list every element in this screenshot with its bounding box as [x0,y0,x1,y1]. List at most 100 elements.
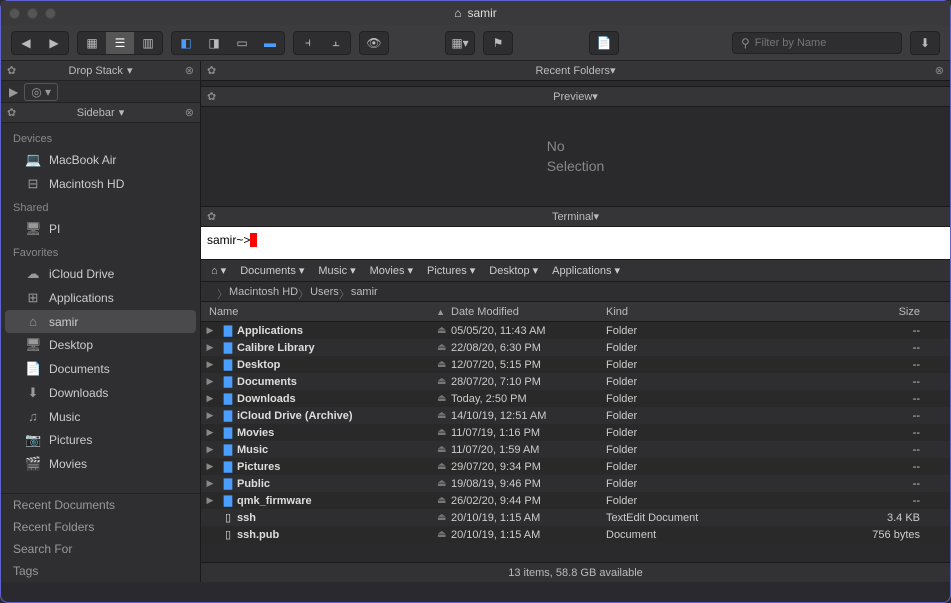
eject-icon[interactable]: ⏏ [437,461,451,472]
file-row[interactable]: ▶ ▇ Movies ⏏ 11/07/19, 1:16 PM Folder -- [201,424,950,441]
sidebar-header[interactable]: ✿ Sidebar ▾ ⊗ [1,103,200,123]
file-row[interactable]: ▶ ▇ Pictures ⏏ 29/07/20, 9:34 PM Folder … [201,458,950,475]
pathbar-item[interactable]: Desktop▾ [489,264,538,277]
gear-icon[interactable]: ✿ [7,64,16,77]
dropstack-header[interactable]: ✿ Drop Stack ▾ ⊗ [1,61,200,81]
eject-icon[interactable]: ⏏ [437,427,451,438]
list-view-button[interactable]: ☰ [106,32,134,54]
sidebar-item[interactable]: ⊟Macintosh HD [1,172,200,196]
search-field[interactable]: ⚲ [732,32,902,54]
pathbar-item[interactable]: Applications▾ [552,264,620,277]
disclosure-icon[interactable]: ▶ [201,478,219,489]
zoom-window-button[interactable] [45,8,56,19]
file-row[interactable]: ▶ ▇ Desktop ⏏ 12/07/20, 5:15 PM Folder -… [201,356,950,373]
pane-1-button[interactable]: ◧ [172,32,200,54]
minimize-window-button[interactable] [27,8,38,19]
disclosure-icon[interactable]: ▶ [201,342,219,353]
eject-icon[interactable]: ⏏ [437,495,451,506]
disclosure-icon[interactable]: ▶ [201,325,219,336]
new-doc-button[interactable]: 📄 [590,32,618,54]
back-button[interactable]: ◀ [12,32,40,54]
eject-icon[interactable]: ⏏ [437,529,451,540]
action-button[interactable]: ⚑ [484,32,512,54]
pane-4-button[interactable]: ▬ [256,32,284,54]
column-date[interactable]: Date Modified [451,306,606,318]
disclosure-icon[interactable]: ▶ [201,427,219,438]
sidebar-footer-item[interactable]: Search For [1,538,200,560]
arrange-button[interactable]: ▦▾ [446,32,474,54]
sidebar-item[interactable]: 💻MacBook Air [1,148,200,172]
dual-2-button[interactable]: ⫠ [322,32,350,54]
pane-2-button[interactable]: ◨ [200,32,228,54]
file-row[interactable]: ▶ ▇ Documents ⏏ 28/07/20, 7:10 PM Folder… [201,373,950,390]
gear-icon[interactable]: ✿ [207,90,216,103]
close-window-button[interactable] [9,8,20,19]
pathbar-item[interactable]: Pictures▾ [427,264,475,277]
sidebar-item[interactable]: ☁iCloud Drive [1,262,200,286]
eject-icon[interactable]: ⏏ [437,393,451,404]
close-icon[interactable]: ⊗ [935,64,944,77]
column-size[interactable]: Size [806,306,950,318]
disclosure-icon[interactable]: ▶ [201,444,219,455]
column-kind[interactable]: Kind [606,306,806,318]
sidebar-item[interactable]: 📄Documents [1,357,200,381]
file-row[interactable]: ▶ ▇ qmk_firmware ⏏ 26/02/20, 9:44 PM Fol… [201,492,950,509]
play-icon[interactable]: ▶ [9,85,18,99]
sidebar-item[interactable]: 🖥PI [1,217,200,241]
gear-icon[interactable]: ✿ [7,106,16,119]
file-row[interactable]: ▯ ssh.pub ⏏ 20/10/19, 1:15 AM Document 7… [201,526,950,543]
disclosure-icon[interactable]: ▶ [201,393,219,404]
breadcrumb-segment[interactable]: samir [345,286,384,298]
disclosure-icon[interactable]: ▶ [201,495,219,506]
disclosure-icon[interactable]: ▶ [201,376,219,387]
column-name[interactable]: Name▲ [201,306,451,318]
sidebar-item[interactable]: ⊞Applications [1,286,200,310]
sidebar-item[interactable]: ⌂samir [5,310,196,333]
download-button[interactable]: ⬇ [911,32,939,54]
sidebar-item[interactable]: 🖥Desktop [1,333,200,357]
eject-icon[interactable]: ⏏ [437,512,451,523]
close-icon[interactable]: ⊗ [185,106,194,119]
search-input[interactable] [755,37,893,49]
gear-icon[interactable]: ✿ [207,64,216,77]
file-row[interactable]: ▶ ▇ Public ⏏ 19/08/19, 9:46 PM Folder -- [201,475,950,492]
sidebar-footer-item[interactable]: Tags [1,560,200,582]
target-button[interactable]: ◎ ▾ [24,83,58,101]
preview-header[interactable]: ✿ Preview ▾ [201,87,950,107]
pane-3-button[interactable]: ▭ [228,32,256,54]
disclosure-icon[interactable]: ▶ [201,461,219,472]
file-row[interactable]: ▶ ▇ Calibre Library ⏏ 22/08/20, 6:30 PM … [201,339,950,356]
file-row[interactable]: ▶ ▇ Music ⏏ 11/07/20, 1:59 AM Folder -- [201,441,950,458]
sidebar-item[interactable]: ⬇Downloads [1,381,200,405]
sidebar-item[interactable]: ♫Music [1,405,200,428]
icon-view-button[interactable]: ▦ [78,32,106,54]
file-row[interactable]: ▶ ▇ iCloud Drive (Archive) ⏏ 14/10/19, 1… [201,407,950,424]
dual-1-button[interactable]: ⫞ [294,32,322,54]
forward-button[interactable]: ▶ [40,32,68,54]
sidebar-footer-item[interactable]: Recent Folders [1,516,200,538]
eject-icon[interactable]: ⏏ [437,444,451,455]
close-icon[interactable]: ⊗ [185,64,194,77]
sidebar-item[interactable]: 🎬Movies [1,452,200,476]
pathbar-item[interactable]: Music▾ [318,264,355,277]
file-row[interactable]: ▶ ▇ Downloads ⏏ Today, 2:50 PM Folder -- [201,390,950,407]
pathbar-item[interactable]: Movies▾ [370,264,413,277]
file-row[interactable]: ▯ ssh ⏏ 20/10/19, 1:15 AM TextEdit Docum… [201,509,950,526]
terminal-body[interactable]: samir~> [201,227,950,259]
pathbar-item[interactable]: Documents▾ [240,264,304,277]
eject-icon[interactable]: ⏏ [437,325,451,336]
eject-icon[interactable]: ⏏ [437,376,451,387]
eject-icon[interactable]: ⏏ [437,359,451,370]
column-view-button[interactable]: ▥ [134,32,162,54]
sidebar-footer-item[interactable]: Recent Documents [1,494,200,516]
gear-icon[interactable]: ✿ [207,210,216,223]
eject-icon[interactable]: ⏏ [437,342,451,353]
terminal-header[interactable]: ✿ Terminal ▾ [201,207,950,227]
sidebar-item[interactable]: 📷Pictures [1,428,200,452]
eject-icon[interactable]: ⏏ [437,478,451,489]
quicklook-button[interactable]: 👁 [360,32,388,54]
breadcrumb-segment[interactable]: Macintosh HD [223,286,304,298]
disclosure-icon[interactable]: ▶ [201,410,219,421]
recent-folders-header[interactable]: ✿ Recent Folders ▾ ⊗ [201,61,950,81]
eject-icon[interactable]: ⏏ [437,410,451,421]
